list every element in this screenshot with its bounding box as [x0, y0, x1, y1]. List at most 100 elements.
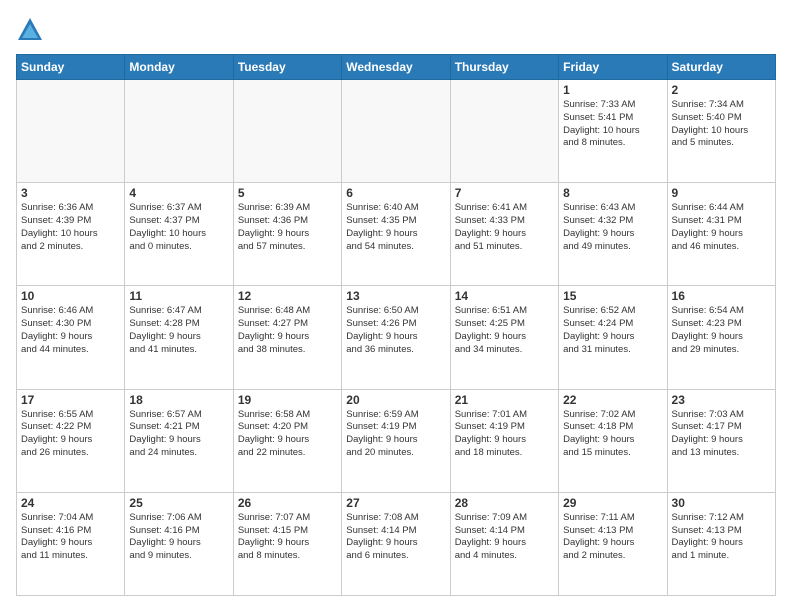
week-row-4: 24 Sunrise: 7:04 AMSunset: 4:16 PMDayligh…	[17, 492, 776, 595]
day-info: Sunrise: 6:40 AMSunset: 4:35 PMDaylight:…	[346, 202, 445, 253]
day-info: Sunrise: 6:46 AMSunset: 4:30 PMDaylight:…	[21, 305, 120, 356]
day-info: Sunrise: 7:04 AMSunset: 4:16 PMDaylight:…	[21, 512, 120, 563]
calendar-cell	[233, 80, 341, 183]
day-number: 12	[238, 289, 337, 303]
calendar-cell: 9 Sunrise: 6:44 AMSunset: 4:31 PMDaylight…	[667, 183, 775, 286]
day-number: 14	[455, 289, 554, 303]
day-number: 22	[563, 393, 662, 407]
day-number: 13	[346, 289, 445, 303]
day-info: Sunrise: 7:34 AMSunset: 5:40 PMDaylight:…	[672, 99, 771, 150]
calendar-cell: 10 Sunrise: 6:46 AMSunset: 4:30 PMDayligh…	[17, 286, 125, 389]
calendar-cell: 5 Sunrise: 6:39 AMSunset: 4:36 PMDaylight…	[233, 183, 341, 286]
calendar-cell: 8 Sunrise: 6:43 AMSunset: 4:32 PMDaylight…	[559, 183, 667, 286]
week-row-1: 3Sunrise: 6:36 AMSunset: 4:39 PMDaylight…	[17, 183, 776, 286]
day-info: Sunrise: 7:09 AMSunset: 4:14 PMDaylight:…	[455, 512, 554, 563]
day-number: 16	[672, 289, 771, 303]
week-row-3: 17 Sunrise: 6:55 AMSunset: 4:22 PMDayligh…	[17, 389, 776, 492]
day-info: Sunrise: 6:48 AMSunset: 4:27 PMDaylight:…	[238, 305, 337, 356]
calendar-cell: 15 Sunrise: 6:52 AMSunset: 4:24 PMDayligh…	[559, 286, 667, 389]
day-number: 8	[563, 186, 662, 200]
calendar-cell	[342, 80, 450, 183]
header-day-monday: Monday	[125, 55, 233, 80]
day-number: 5	[238, 186, 337, 200]
day-info: Sunrise: 6:55 AMSunset: 4:22 PMDaylight:…	[21, 409, 120, 460]
header-day-wednesday: Wednesday	[342, 55, 450, 80]
day-info: Sunrise: 6:51 AMSunset: 4:25 PMDaylight:…	[455, 305, 554, 356]
day-info: Sunrise: 6:54 AMSunset: 4:23 PMDaylight:…	[672, 305, 771, 356]
calendar-cell: 26Sunrise: 7:07 AMSunset: 4:15 PMDayligh…	[233, 492, 341, 595]
calendar-cell: 13 Sunrise: 6:50 AMSunset: 4:26 PMDayligh…	[342, 286, 450, 389]
day-number: 6	[346, 186, 445, 200]
day-number: 27	[346, 496, 445, 510]
logo-icon	[16, 16, 44, 44]
logo	[16, 16, 48, 44]
day-number: 28	[455, 496, 554, 510]
day-number: 25	[129, 496, 228, 510]
day-info: Sunrise: 6:37 AMSunset: 4:37 PMDaylight:…	[129, 202, 228, 253]
calendar-cell	[450, 80, 558, 183]
header	[16, 16, 776, 44]
day-number: 20	[346, 393, 445, 407]
calendar-cell: 3Sunrise: 6:36 AMSunset: 4:39 PMDaylight…	[17, 183, 125, 286]
calendar-header: SundayMondayTuesdayWednesdayThursdayFrid…	[17, 55, 776, 80]
calendar-cell: 20 Sunrise: 6:59 AMSunset: 4:19 PMDayligh…	[342, 389, 450, 492]
day-info: Sunrise: 7:02 AMSunset: 4:18 PMDaylight:…	[563, 409, 662, 460]
day-number: 1	[563, 83, 662, 97]
day-number: 3	[21, 186, 120, 200]
calendar-cell: 30Sunrise: 7:12 AMSunset: 4:13 PMDayligh…	[667, 492, 775, 595]
day-info: Sunrise: 6:43 AMSunset: 4:32 PMDaylight:…	[563, 202, 662, 253]
calendar-cell: 28 Sunrise: 7:09 AMSunset: 4:14 PMDayligh…	[450, 492, 558, 595]
calendar-cell: 12 Sunrise: 6:48 AMSunset: 4:27 PMDayligh…	[233, 286, 341, 389]
day-number: 19	[238, 393, 337, 407]
day-number: 4	[129, 186, 228, 200]
calendar-cell: 23 Sunrise: 7:03 AMSunset: 4:17 PMDayligh…	[667, 389, 775, 492]
calendar-cell: 21 Sunrise: 7:01 AMSunset: 4:19 PMDayligh…	[450, 389, 558, 492]
day-number: 30	[672, 496, 771, 510]
day-info: Sunrise: 7:03 AMSunset: 4:17 PMDaylight:…	[672, 409, 771, 460]
day-info: Sunrise: 6:58 AMSunset: 4:20 PMDaylight:…	[238, 409, 337, 460]
day-info: Sunrise: 6:50 AMSunset: 4:26 PMDaylight:…	[346, 305, 445, 356]
day-info: Sunrise: 7:01 AMSunset: 4:19 PMDaylight:…	[455, 409, 554, 460]
calendar-cell: 16 Sunrise: 6:54 AMSunset: 4:23 PMDayligh…	[667, 286, 775, 389]
calendar-cell: 17 Sunrise: 6:55 AMSunset: 4:22 PMDayligh…	[17, 389, 125, 492]
week-row-2: 10 Sunrise: 6:46 AMSunset: 4:30 PMDayligh…	[17, 286, 776, 389]
day-number: 11	[129, 289, 228, 303]
day-info: Sunrise: 7:06 AMSunset: 4:16 PMDaylight:…	[129, 512, 228, 563]
day-info: Sunrise: 7:33 AMSunset: 5:41 PMDaylight:…	[563, 99, 662, 150]
header-day-thursday: Thursday	[450, 55, 558, 80]
day-number: 17	[21, 393, 120, 407]
calendar-cell: 27Sunrise: 7:08 AMSunset: 4:14 PMDayligh…	[342, 492, 450, 595]
day-number: 23	[672, 393, 771, 407]
calendar-table: SundayMondayTuesdayWednesdayThursdayFrid…	[16, 54, 776, 596]
header-day-sunday: Sunday	[17, 55, 125, 80]
calendar-cell: 18Sunrise: 6:57 AMSunset: 4:21 PMDayligh…	[125, 389, 233, 492]
calendar-cell: 7Sunrise: 6:41 AMSunset: 4:33 PMDaylight…	[450, 183, 558, 286]
day-info: Sunrise: 6:41 AMSunset: 4:33 PMDaylight:…	[455, 202, 554, 253]
day-number: 10	[21, 289, 120, 303]
day-number: 9	[672, 186, 771, 200]
page: SundayMondayTuesdayWednesdayThursdayFrid…	[0, 0, 792, 612]
calendar-cell: 6 Sunrise: 6:40 AMSunset: 4:35 PMDaylight…	[342, 183, 450, 286]
calendar-cell: 25 Sunrise: 7:06 AMSunset: 4:16 PMDayligh…	[125, 492, 233, 595]
day-number: 29	[563, 496, 662, 510]
calendar-cell: 19 Sunrise: 6:58 AMSunset: 4:20 PMDayligh…	[233, 389, 341, 492]
day-number: 21	[455, 393, 554, 407]
calendar-cell: 11 Sunrise: 6:47 AMSunset: 4:28 PMDayligh…	[125, 286, 233, 389]
day-info: Sunrise: 7:07 AMSunset: 4:15 PMDaylight:…	[238, 512, 337, 563]
calendar-cell: 14 Sunrise: 6:51 AMSunset: 4:25 PMDayligh…	[450, 286, 558, 389]
day-info: Sunrise: 6:47 AMSunset: 4:28 PMDaylight:…	[129, 305, 228, 356]
week-row-0: 1 Sunrise: 7:33 AMSunset: 5:41 PMDaylight…	[17, 80, 776, 183]
calendar-cell: 4 Sunrise: 6:37 AMSunset: 4:37 PMDaylight…	[125, 183, 233, 286]
header-day-tuesday: Tuesday	[233, 55, 341, 80]
day-number: 18	[129, 393, 228, 407]
day-number: 15	[563, 289, 662, 303]
day-info: Sunrise: 6:44 AMSunset: 4:31 PMDaylight:…	[672, 202, 771, 253]
header-day-friday: Friday	[559, 55, 667, 80]
day-info: Sunrise: 6:52 AMSunset: 4:24 PMDaylight:…	[563, 305, 662, 356]
day-info: Sunrise: 6:39 AMSunset: 4:36 PMDaylight:…	[238, 202, 337, 253]
day-info: Sunrise: 6:59 AMSunset: 4:19 PMDaylight:…	[346, 409, 445, 460]
calendar-cell: 22 Sunrise: 7:02 AMSunset: 4:18 PMDayligh…	[559, 389, 667, 492]
day-number: 24	[21, 496, 120, 510]
header-day-saturday: Saturday	[667, 55, 775, 80]
calendar-cell	[17, 80, 125, 183]
